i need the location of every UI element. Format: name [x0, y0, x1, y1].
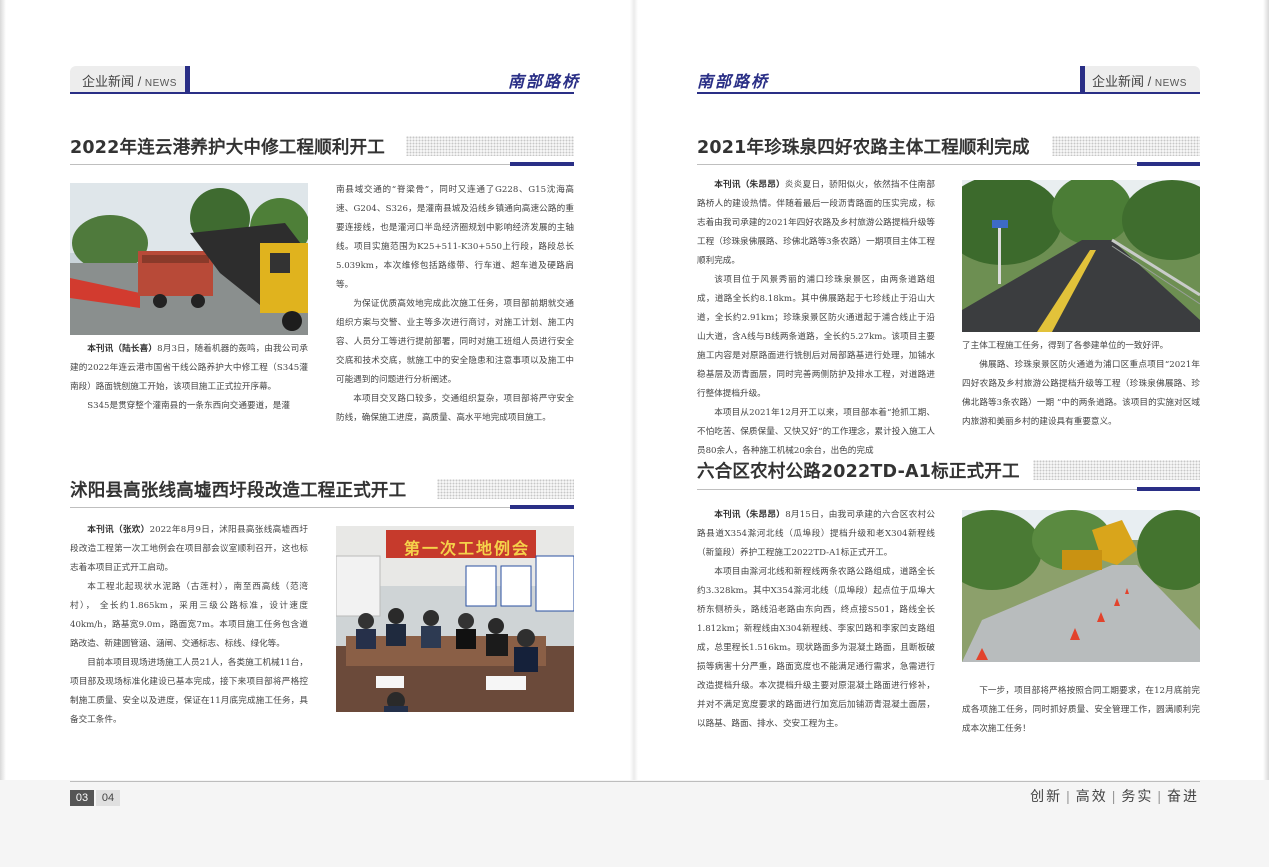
section-label: 企业新闻 / NEWS: [1092, 71, 1187, 90]
byline: 本刊讯（张欢）: [87, 525, 150, 535]
section-label-en: NEWS: [144, 78, 177, 89]
article-body-left: 本刊讯（朱昂昂）炎炎夏日，骄阳似火，依然挡不住南部路桥人的建设热情。伴随着最后一…: [697, 176, 935, 461]
section-label-cn: 企业新闻: [1092, 74, 1145, 89]
milling-machine-photo: [70, 183, 308, 335]
slogan-word: 高效: [1075, 788, 1108, 804]
paragraph-text: 该项目位于风景秀丽的浦口珍珠泉景区，由两条道路组成，道路全长约8.18km。其中…: [697, 275, 935, 399]
paragraph: 本项目由滁河北线和新程线两条农路公路组成，道路全长约3.328km。其中X354…: [697, 563, 935, 734]
title-underline: [697, 489, 1137, 490]
paragraph-text: 下一步，项目部将严格按照合同工期要求，在12月底前完成各项施工任务，同时抓好质量…: [962, 686, 1200, 734]
section-label: 企业新闻 / NEWS: [82, 71, 177, 90]
title-underline-accent: [510, 505, 574, 509]
header-rule-left: [70, 92, 574, 94]
article-body-left: 本刊讯（朱昂昂）8月15日，由我司承建的六合区农村公路县道X354滁河北线（瓜埠…: [697, 506, 935, 734]
meeting-banner-text: 第一次工地例会: [404, 539, 531, 558]
paragraph-text: 本项目从2021年12月开工以来，项目部本着“抢抓工期、不怕吃苦、保质保量、又快…: [697, 408, 935, 456]
byline: 本刊讯（朱昂昂）: [714, 510, 786, 520]
slogan-word: 务实: [1121, 788, 1154, 804]
article-body: 本刊讯（张欢）2022年8月9日，沭阳县高张线高墟西圩段改造工程第一次工地例会在…: [70, 521, 308, 730]
paragraph: 下一步，项目部将严格按照合同工期要求，在12月底前完成各项施工任务，同时抓好质量…: [962, 682, 1200, 739]
paragraph-text: 本项目交叉路口较多，交通组织复杂，项目部将严守安全防线，确保施工进度，高质量、高…: [336, 394, 574, 423]
section-header-left: 企业新闻 / NEWS: [70, 66, 190, 92]
brand-logo-left: 南部路桥: [508, 72, 581, 91]
paragraph-text: 南县域交通的“脊梁骨”，同时又连通了G228、G15沈海高速、G204、S326…: [336, 185, 574, 290]
paragraph: 佛展路、珍珠泉景区防火通道为浦口区重点项目“2021年四好农路及乡村旅游公路提档…: [962, 356, 1200, 432]
paragraph: 本刊讯（张欢）2022年8月9日，沭阳县高张线高墟西圩段改造工程第一次工地例会在…: [70, 521, 308, 578]
slogan-word: 创新: [1030, 788, 1063, 804]
title-dot-pattern: [406, 136, 574, 156]
title-underline: [70, 507, 510, 508]
paragraph: 本刊讯（朱昂昂）8月15日，由我司承建的六合区农村公路县道X354滁河北线（瓜埠…: [697, 506, 935, 563]
paragraph: 本项目交叉路口较多，交通组织复杂，项目部将严守安全防线，确保施工进度，高质量、高…: [336, 390, 574, 428]
article-title: 2021年珍珠泉四好农路主体工程顺利完成: [697, 138, 1030, 158]
paragraph: 了主体工程施工任务，得到了各参建单位的一致好评。: [962, 337, 1200, 356]
paragraph: 该项目位于风景秀丽的浦口珍珠泉景区，由两条道路组成，道路全长约8.18km。其中…: [697, 271, 935, 404]
paragraph-text: 本项目由滁河北线和新程线两条农路公路组成，道路全长约3.328km。其中X354…: [697, 567, 935, 729]
header-rule-right: [697, 92, 1200, 94]
paragraph-text: 为保证优质高效地完成此次施工任务，项目部前期就交通组织方案与交警、业主等多次进行…: [336, 299, 574, 385]
page-number-left: 03: [70, 790, 94, 806]
title-dot-pattern: [437, 479, 574, 499]
paragraph: 目前本项目现场进场施工人员21人，各类施工机械11台，项目部及现场标准化建设已基…: [70, 654, 308, 730]
paragraph-text: 本工程北起现状水泥路（古莲村），南至西高线（范湾村）， 全长约1.865km，采…: [70, 582, 308, 649]
section-header-right: 企业新闻 / NEWS: [1080, 66, 1200, 92]
title-underline-accent: [510, 162, 574, 166]
section-label-cn: 企业新闻: [82, 74, 135, 89]
article-body-right: 下一步，项目部将严格按照合同工期要求，在12月底前完成各项施工任务，同时抓好质量…: [962, 682, 1200, 739]
article-title: 沭阳县高张线高墟西圩段改造工程正式开工: [70, 481, 407, 501]
byline: 本刊讯（朱昂昂）: [714, 180, 785, 190]
page-edge-left: [0, 0, 6, 867]
page-spine: [630, 0, 638, 780]
section-label-en: NEWS: [1154, 78, 1187, 89]
article-body-right: 了主体工程施工任务，得到了各参建单位的一致好评。 佛展路、珍珠泉景区防火通道为浦…: [962, 337, 1200, 432]
paragraph-text: 目前本项目现场进场施工人员21人，各类施工机械11台，项目部及现场标准化建设已基…: [70, 658, 308, 725]
slogan-separator: |: [1066, 788, 1072, 804]
byline: 本刊讯（陆长喜）: [87, 344, 158, 354]
slogan-separator: |: [1157, 788, 1163, 804]
paragraph: 本项目从2021年12月开工以来，项目部本着“抢抓工期、不怕吃苦、保质保量、又快…: [697, 404, 935, 461]
paragraph: 为保证优质高效地完成此次施工任务，项目部前期就交通组织方案与交警、业主等多次进行…: [336, 295, 574, 390]
paragraph-text: 炎炎夏日，骄阳似火，依然挡不住南部路桥人的建设热情。伴随着最后一段沥青路面的压实…: [697, 180, 935, 266]
section-label-sep: /: [1147, 74, 1152, 89]
title-underline: [70, 164, 510, 165]
rural-road-photo: [962, 180, 1200, 332]
slogan-separator: |: [1111, 788, 1118, 804]
title-underline: [697, 164, 1137, 165]
article-body-left: 本刊讯（陆长喜）8月3日，随着机器的轰鸣，由我公司承建的2022年连云港市国省干…: [70, 340, 308, 416]
paragraph-text: 了主体工程施工任务，得到了各参建单位的一致好评。: [962, 341, 1169, 351]
article-title: 2022年连云港养护大中修工程顺利开工: [70, 138, 386, 158]
page-number-right: 04: [96, 790, 120, 806]
paragraph: 本刊讯（朱昂昂）炎炎夏日，骄阳似火，依然挡不住南部路桥人的建设热情。伴随着最后一…: [697, 176, 935, 271]
footer-rule: [70, 781, 1200, 782]
brand-logo-right: 南部路桥: [697, 72, 770, 91]
title-underline-accent: [1137, 487, 1200, 491]
road-construction-photo: [962, 510, 1200, 662]
footer-slogan: 创新 | 高效 | 务实 | 奋进: [1030, 786, 1199, 806]
paragraph: 南县域交通的“脊梁骨”，同时又连通了G228、G15沈海高速、G204、S326…: [336, 181, 574, 295]
paragraph: 本刊讯（陆长喜）8月3日，随着机器的轰鸣，由我公司承建的2022年连云港市国省干…: [70, 340, 308, 397]
meeting-room-photo: 第一次工地例会: [336, 526, 574, 712]
paragraph: S345是贯穿整个灌南县的一条东西向交通要道，是灌: [70, 397, 308, 416]
title-dot-pattern: [1033, 460, 1200, 480]
paragraph-text: 佛展路、珍珠泉景区防火通道为浦口区重点项目“2021年四好农路及乡村旅游公路提档…: [962, 360, 1200, 427]
slogan-word: 奋进: [1167, 788, 1199, 804]
article-body-right: 南县域交通的“脊梁骨”，同时又连通了G228、G15沈海高速、G204、S326…: [336, 181, 574, 428]
article-title: 六合区农村公路2022TD-A1标正式开工: [697, 462, 1020, 482]
paragraph: 本工程北起现状水泥路（古莲村），南至西高线（范湾村）， 全长约1.865km，采…: [70, 578, 308, 654]
paragraph-text: S345是贯穿整个灌南县的一条东西向交通要道，是灌: [87, 401, 290, 411]
title-dot-pattern: [1052, 136, 1200, 156]
header-accent-bar: [1080, 66, 1085, 92]
title-underline-accent: [1137, 162, 1200, 166]
section-label-sep: /: [137, 74, 142, 89]
header-accent-bar: [185, 66, 190, 92]
page-edge-right: [1263, 0, 1269, 867]
